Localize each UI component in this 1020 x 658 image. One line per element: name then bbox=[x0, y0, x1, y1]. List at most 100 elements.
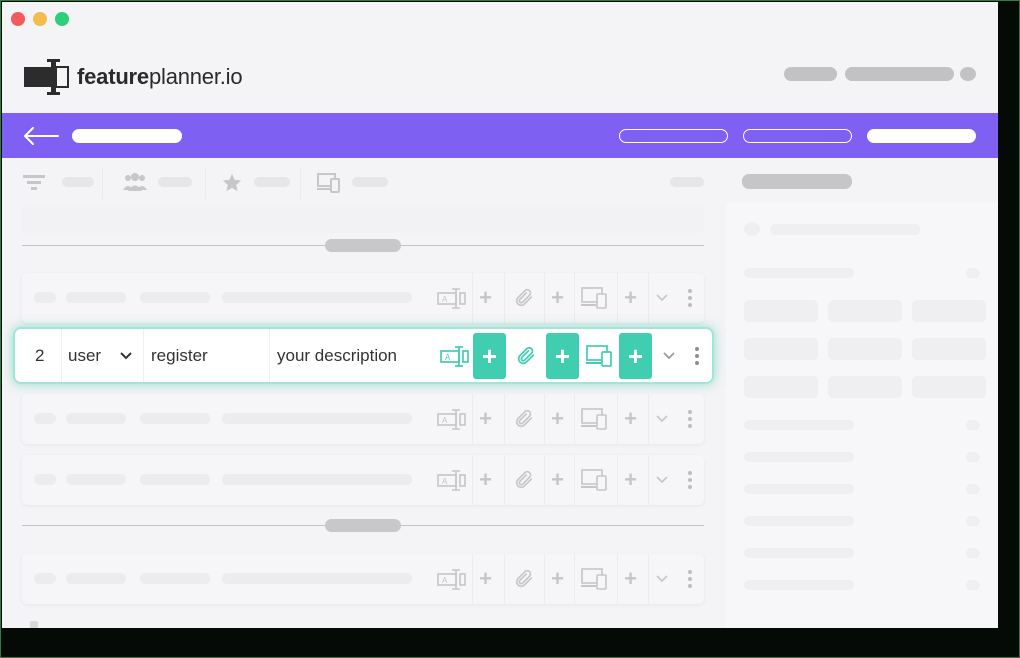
devices-icon[interactable] bbox=[574, 273, 615, 323]
plus-icon: + bbox=[481, 340, 498, 371]
add-text-button[interactable]: + bbox=[472, 554, 498, 604]
plus-icon: + bbox=[479, 285, 492, 310]
add-device-button[interactable]: + bbox=[619, 333, 652, 379]
plus-icon: + bbox=[479, 406, 492, 431]
text-field-icon[interactable]: A bbox=[432, 273, 472, 323]
arrow-left-icon[interactable] bbox=[22, 126, 60, 146]
panel-chip-placeholder[interactable] bbox=[744, 338, 818, 360]
devices-icon[interactable] bbox=[317, 172, 341, 194]
add-attachment-button[interactable]: + bbox=[544, 554, 570, 604]
panel-chip-placeholder[interactable] bbox=[912, 300, 986, 322]
add-device-button[interactable]: + bbox=[617, 554, 643, 604]
devices-icon[interactable] bbox=[574, 455, 615, 505]
chevron-down-icon[interactable] bbox=[648, 455, 675, 505]
chevron-down-icon[interactable] bbox=[648, 554, 675, 604]
add-attachment-button[interactable]: + bbox=[544, 394, 570, 444]
panel-value-placeholder bbox=[966, 580, 980, 590]
group-label-placeholder[interactable] bbox=[325, 519, 401, 532]
devices-icon[interactable] bbox=[574, 394, 615, 444]
add-text-button[interactable]: + bbox=[472, 394, 498, 444]
text-field-icon[interactable]: A bbox=[432, 455, 472, 505]
users-label-placeholder bbox=[158, 177, 192, 187]
paperclip-icon[interactable] bbox=[504, 554, 543, 604]
paperclip-icon[interactable] bbox=[504, 394, 543, 444]
paperclip-icon[interactable] bbox=[504, 455, 543, 505]
paperclip-icon[interactable] bbox=[509, 329, 543, 382]
more-vertical-icon[interactable] bbox=[680, 273, 700, 323]
chevron-down-icon[interactable] bbox=[648, 273, 675, 323]
panel-chip-placeholder[interactable] bbox=[744, 376, 818, 398]
panel-value-placeholder bbox=[966, 484, 980, 494]
panel-chip-placeholder[interactable] bbox=[912, 338, 986, 360]
add-text-button[interactable]: + bbox=[472, 455, 498, 505]
add-device-button[interactable]: + bbox=[617, 394, 643, 444]
devices-icon[interactable] bbox=[582, 329, 618, 382]
chevron-down-icon[interactable] bbox=[658, 329, 680, 382]
chevron-down-icon[interactable] bbox=[648, 394, 675, 444]
text-field-icon[interactable]: A bbox=[432, 394, 472, 444]
app-window: featureplanner.io A + + + 2 user registe… bbox=[2, 2, 998, 628]
group-label-placeholder[interactable] bbox=[325, 239, 401, 252]
plus-icon: + bbox=[554, 340, 571, 371]
window-close-button[interactable] bbox=[11, 12, 25, 26]
feature-row[interactable]: A + + + bbox=[22, 394, 704, 444]
svg-text:A: A bbox=[445, 353, 451, 362]
nav-button-1[interactable] bbox=[619, 129, 728, 143]
brand-name-rest: planner.io bbox=[148, 64, 243, 89]
header-placeholder-1[interactable] bbox=[784, 67, 837, 81]
text-field-icon[interactable]: A bbox=[438, 329, 472, 382]
row-description-placeholder bbox=[222, 413, 412, 424]
add-text-button[interactable]: + bbox=[472, 273, 498, 323]
plus-icon: + bbox=[551, 566, 564, 591]
role-select-value: user bbox=[68, 345, 102, 365]
filter-label-placeholder bbox=[62, 177, 94, 187]
header-placeholder-2[interactable] bbox=[845, 67, 954, 81]
add-device-button[interactable]: + bbox=[617, 273, 643, 323]
brand-name: featureplanner.io bbox=[77, 64, 243, 90]
more-vertical-icon[interactable] bbox=[688, 329, 706, 382]
description-field[interactable]: your description bbox=[277, 329, 427, 382]
feature-row[interactable]: A + + + bbox=[22, 554, 704, 604]
nav-button-2[interactable] bbox=[743, 129, 852, 143]
row-action-placeholder bbox=[140, 573, 210, 584]
add-attachment-button[interactable]: + bbox=[546, 333, 579, 379]
nav-title-placeholder bbox=[72, 129, 182, 143]
add-attachment-button[interactable]: + bbox=[544, 455, 570, 505]
nav-button-3[interactable] bbox=[867, 129, 976, 143]
panel-chip-placeholder[interactable] bbox=[828, 300, 902, 322]
panel-chip-placeholder[interactable] bbox=[912, 376, 986, 398]
more-vertical-icon[interactable] bbox=[680, 554, 700, 604]
add-text-button[interactable]: + bbox=[473, 333, 506, 379]
window-maximize-button[interactable] bbox=[55, 12, 69, 26]
more-vertical-icon[interactable] bbox=[680, 455, 700, 505]
panel-chip-placeholder[interactable] bbox=[828, 338, 902, 360]
panel-chip-placeholder[interactable] bbox=[744, 300, 818, 322]
star-icon[interactable] bbox=[221, 172, 243, 194]
plus-icon: + bbox=[479, 566, 492, 591]
action-field[interactable]: register bbox=[151, 329, 261, 382]
role-select[interactable]: user bbox=[68, 329, 138, 382]
panel-value-placeholder bbox=[966, 420, 980, 430]
devices-icon[interactable] bbox=[574, 554, 615, 604]
row-role-placeholder bbox=[66, 413, 126, 424]
text-field-icon[interactable]: A bbox=[432, 554, 472, 604]
svg-text:A: A bbox=[442, 576, 448, 585]
window-minimize-button[interactable] bbox=[33, 12, 47, 26]
plus-icon: + bbox=[624, 406, 637, 431]
panel-chip-placeholder[interactable] bbox=[828, 376, 902, 398]
filter-icon[interactable] bbox=[23, 172, 45, 194]
row-action-placeholder bbox=[140, 292, 210, 303]
star-label-placeholder bbox=[254, 177, 290, 187]
header-avatar[interactable] bbox=[960, 67, 976, 81]
brand-logo: featureplanner.io bbox=[23, 58, 243, 96]
add-device-button[interactable]: + bbox=[617, 455, 643, 505]
users-icon[interactable] bbox=[123, 172, 147, 194]
add-attachment-button[interactable]: + bbox=[544, 273, 570, 323]
paperclip-icon[interactable] bbox=[504, 273, 543, 323]
panel-line-placeholder bbox=[744, 548, 854, 558]
devices-label-placeholder bbox=[352, 177, 388, 187]
feature-row[interactable]: A + + + bbox=[22, 273, 704, 323]
feature-row-active[interactable]: 2 user register your description A + + + bbox=[15, 329, 712, 382]
feature-row[interactable]: A + + + bbox=[22, 455, 704, 505]
more-vertical-icon[interactable] bbox=[680, 394, 700, 444]
